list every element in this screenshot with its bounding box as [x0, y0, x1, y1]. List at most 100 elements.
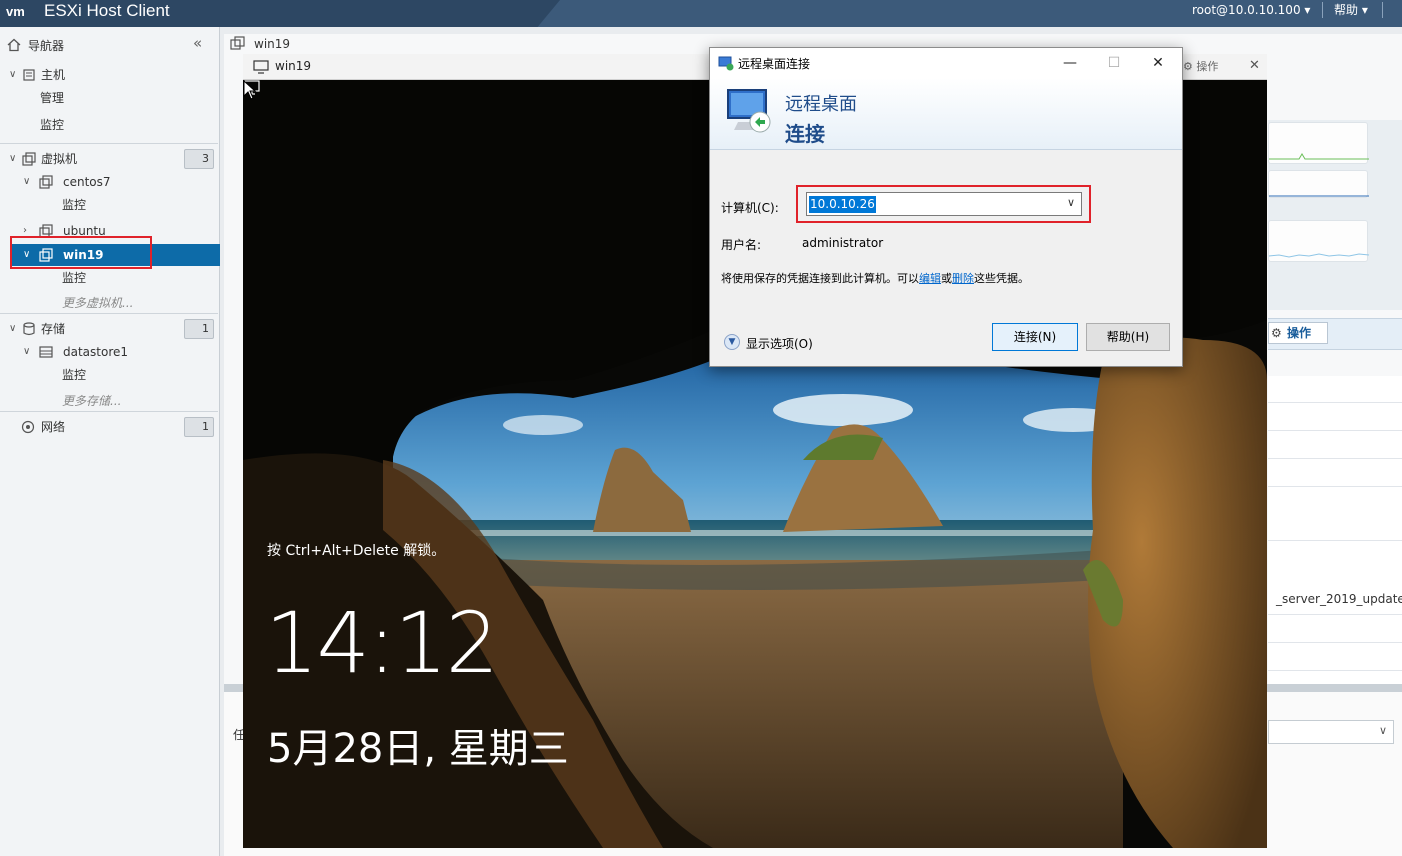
- nav-item-label: 监控: [62, 198, 87, 212]
- credentials-info-text: 这些凭据。: [974, 272, 1029, 285]
- nav-item-label: 存储: [41, 322, 66, 336]
- remote-desktop-dialog: 远程桌面连接 — ☐ ✕ 远程桌面 连接 计算机(C): 10.0.10.26 …: [709, 47, 1183, 367]
- nav-item-label: centos7: [63, 175, 111, 189]
- nav-item-label: 主机: [41, 68, 66, 82]
- nav-item-host[interactable]: ∨ 主机: [0, 64, 218, 86]
- edit-credentials-link[interactable]: 编辑: [919, 272, 941, 285]
- console-actions-menu[interactable]: ⚙ 操作: [1183, 58, 1218, 74]
- credentials-info-text: 或: [941, 272, 952, 285]
- help-menu[interactable]: 帮助 ▾: [1334, 0, 1368, 20]
- credentials-info: 将使用保存的凭据连接到此计算机。可以编辑或删除这些凭据。: [721, 270, 1029, 286]
- unlock-hint: 按 Ctrl+Alt+Delete 解锁。: [267, 543, 446, 559]
- nav-item-host-manage[interactable]: 管理: [0, 87, 218, 109]
- gear-icon: ⚙: [1271, 326, 1282, 340]
- storage-icon: [23, 322, 35, 336]
- sparkline: [1269, 195, 1369, 197]
- sparkline: [1269, 153, 1369, 160]
- chevron-down-icon[interactable]: ∨: [9, 318, 16, 340]
- actions-button[interactable]: ⚙ 操作: [1268, 322, 1328, 344]
- dialog-title: 远程桌面连接: [738, 57, 811, 71]
- username-label: 用户名:: [721, 238, 762, 252]
- top-bar: vm ESXi Host Client root@10.0.10.100 ▾ 帮…: [0, 0, 1402, 27]
- banner-subtitle: 连接: [785, 122, 825, 146]
- storage-count-badge: 1: [184, 319, 214, 339]
- chevron-down-icon: ∨: [1378, 724, 1387, 737]
- console-actions-label: 操作: [1196, 60, 1219, 73]
- remote-desktop-icon: [718, 56, 734, 71]
- nav-item-vm-centos7[interactable]: ∨ centos7: [0, 171, 218, 193]
- remote-desktop-icon: [727, 89, 771, 133]
- nav-divider: [0, 143, 218, 144]
- nav-item-win19-monitor[interactable]: 监控: [0, 267, 218, 289]
- console-title: win19: [275, 59, 312, 73]
- connect-button[interactable]: 连接(N): [992, 323, 1078, 351]
- navigator-header: 导航器 «: [0, 27, 218, 59]
- nav-item-centos7-monitor[interactable]: 监控: [0, 194, 218, 216]
- nav-item-datastore-monitor[interactable]: 监控: [0, 364, 218, 386]
- chevron-down-icon[interactable]: ∨: [23, 341, 30, 363]
- vm-icon: [230, 36, 245, 50]
- nav-item-label: 监控: [40, 118, 65, 132]
- nav-item-label: datastore1: [63, 345, 129, 359]
- monitor-icon: [253, 60, 269, 74]
- close-button[interactable]: ✕: [1138, 52, 1178, 74]
- app-title: ESXi Host Client: [44, 1, 170, 20]
- username-value: administrator: [802, 236, 884, 250]
- cpu-chart-card: [1268, 122, 1369, 164]
- tasks-filter-select[interactable]: ∨: [1268, 720, 1394, 744]
- table-row-divider: [1268, 670, 1402, 671]
- close-icon[interactable]: ✕: [1249, 58, 1260, 73]
- show-options-chevron-icon[interactable]: ▼: [724, 334, 740, 350]
- collapse-navigator-icon[interactable]: «: [193, 34, 202, 52]
- sparkline: [1268, 253, 1370, 258]
- nav-item-host-monitor[interactable]: 监控: [0, 114, 218, 136]
- chevron-down-icon[interactable]: ∨: [23, 171, 30, 193]
- help-button[interactable]: 帮助(H): [1086, 323, 1170, 351]
- nav-item-label: 更多虚拟机...: [62, 296, 134, 310]
- dialog-banner: 远程桌面 连接: [710, 78, 1182, 150]
- navigator-title: 导航器: [28, 39, 65, 53]
- top-bar-divider: [1382, 2, 1383, 18]
- guest-os-image-text: _server_2019_updatec: [1276, 592, 1402, 606]
- chevron-down-icon[interactable]: ∨: [9, 64, 16, 86]
- table-row-divider: [1268, 614, 1402, 615]
- host-icon: [23, 69, 35, 81]
- minimize-button[interactable]: —: [1050, 52, 1090, 74]
- navigator-panel: 导航器 « ∨ 主机 管理 监控 ∨ 虚拟机 3 ∨ centos7 监控 › …: [0, 27, 220, 856]
- details-table: [1268, 376, 1402, 686]
- user-menu[interactable]: root@10.0.10.100 ▾: [1192, 0, 1310, 20]
- table-row-divider: [1268, 402, 1402, 403]
- table-row-divider: [1268, 540, 1402, 541]
- show-options-link[interactable]: 显示选项(O): [746, 335, 813, 352]
- table-row-divider: [1268, 486, 1402, 487]
- mouse-cursor-icon: [243, 80, 257, 100]
- nav-divider: [0, 411, 218, 412]
- storage-chart-card: [1268, 220, 1370, 262]
- lock-screen-date: 5月28日, 星期三: [267, 726, 569, 772]
- network-count-badge: 1: [184, 417, 214, 437]
- chevron-down-icon[interactable]: ∨: [9, 148, 16, 170]
- highlight-box: [10, 236, 152, 269]
- gear-icon: ⚙: [1183, 60, 1197, 73]
- delete-credentials-link[interactable]: 删除: [952, 272, 974, 285]
- nav-divider: [0, 313, 218, 314]
- nav-item-label: 监控: [62, 368, 87, 382]
- nav-item-label: 更多存储...: [62, 394, 122, 408]
- table-row-divider: [1268, 458, 1402, 459]
- lock-screen-time: 14:12: [265, 594, 499, 692]
- dialog-title-bar: 远程桌面连接 — ☐ ✕: [710, 48, 1182, 78]
- network-icon: [21, 420, 35, 434]
- maximize-button: ☐: [1107, 55, 1121, 71]
- computer-label: 计算机(C):: [721, 201, 779, 215]
- memory-chart-card: [1268, 170, 1369, 198]
- nav-item-more-vms[interactable]: 更多虚拟机...: [0, 292, 218, 314]
- nav-item-more-storage[interactable]: 更多存储...: [0, 390, 218, 412]
- nav-item-datastore1[interactable]: ∨ datastore1: [0, 341, 218, 363]
- vm-group-icon: [22, 152, 36, 166]
- home-icon: [7, 38, 21, 52]
- nav-item-label: 虚拟机: [41, 152, 78, 166]
- credentials-info-text: 将使用保存的凭据连接到此计算机。可以: [721, 272, 919, 285]
- vm-icon: [39, 175, 53, 189]
- table-row-divider: [1268, 430, 1402, 431]
- nav-item-label: 网络: [41, 420, 66, 434]
